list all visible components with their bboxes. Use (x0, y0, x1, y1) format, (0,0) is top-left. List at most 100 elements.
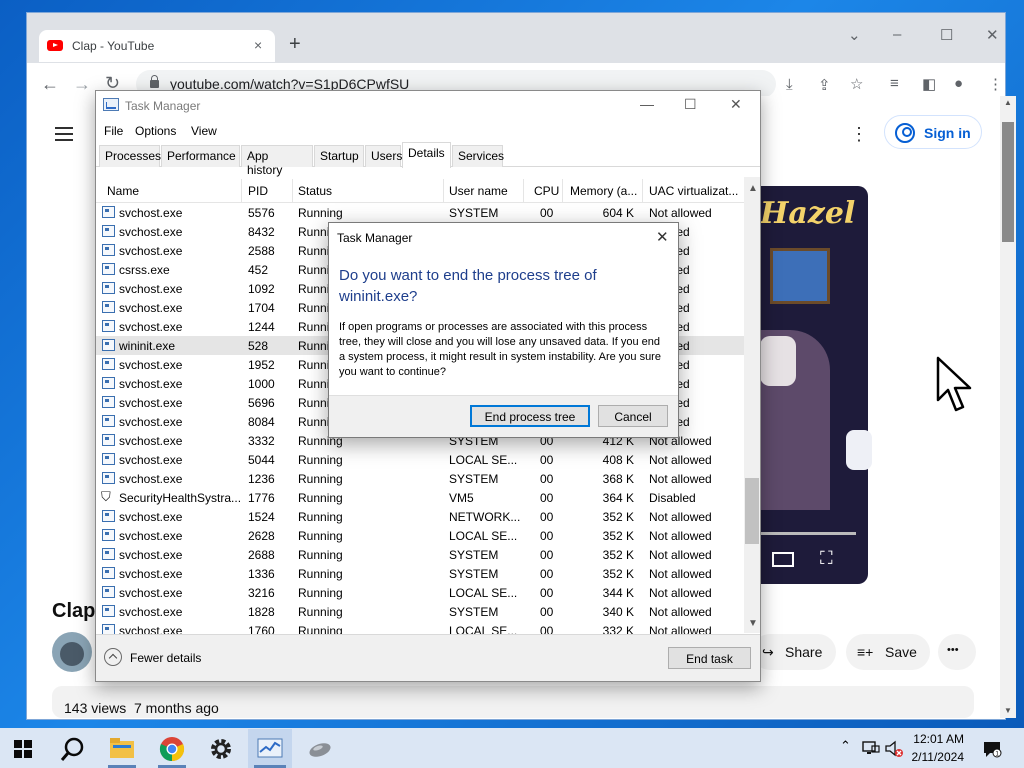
profile-icon[interactable]: ● (954, 75, 963, 92)
page-scroll-down-icon[interactable]: ▼ (1004, 706, 1012, 715)
forward-icon[interactable]: → (73, 74, 91, 95)
tm-scrollbar[interactable] (744, 177, 760, 633)
end-process-tree-button[interactable]: End process tree (470, 405, 590, 427)
fewer-details-link[interactable]: Fewer details (130, 651, 201, 665)
side-panel-icon[interactable]: ◧ (922, 75, 936, 93)
mouse-app-icon[interactable] (307, 736, 333, 760)
task-manager-taskbar-icon[interactable] (257, 736, 283, 760)
col-uac[interactable]: UAC virtualizat... (649, 184, 738, 198)
cell-uac: Not allowed (649, 529, 712, 543)
cell-user: SYSTEM (449, 605, 499, 619)
video-progress-bar[interactable] (760, 532, 856, 535)
col-divider[interactable] (443, 179, 444, 203)
bookmark-star-icon[interactable]: ☆ (850, 75, 863, 93)
close-icon[interactable]: ✕ (986, 26, 999, 44)
tm-minimize-icon[interactable]: — (640, 96, 654, 112)
cancel-button[interactable]: Cancel (598, 405, 668, 427)
col-name[interactable]: Name (107, 184, 139, 198)
col-status[interactable]: Status (298, 184, 332, 198)
more-options-icon[interactable]: ⋮ (850, 124, 868, 145)
sign-in-label: Sign in (924, 125, 971, 141)
table-row[interactable]: svchost.exe 2688 Running SYSTEM 00 352 K Not a… (96, 545, 744, 564)
page-scroll-thumb[interactable] (1002, 122, 1014, 242)
mouse-cursor-icon (936, 356, 976, 417)
lock-icon[interactable] (150, 75, 159, 88)
cell-name: svchost.exe (119, 206, 183, 220)
cell-pid: 5696 (248, 396, 275, 410)
reading-list-icon[interactable]: ≡ (890, 75, 899, 92)
taskbar-time[interactable]: 12:01 AM (884, 732, 964, 746)
col-divider[interactable] (523, 179, 524, 203)
table-row[interactable]: svchost.exe 3216 Running LOCAL SE... 00 344 K… (96, 583, 744, 602)
dialog-heading: Do you want to end the process tree of w… (339, 267, 597, 305)
col-divider[interactable] (562, 179, 563, 203)
col-divider[interactable] (241, 179, 242, 203)
tm-close-icon[interactable]: ✕ (730, 96, 742, 113)
cell-name: svchost.exe (119, 358, 183, 372)
chrome-menu-icon[interactable]: ⋮ (988, 75, 1003, 93)
tab-performance[interactable]: Performance (161, 145, 240, 167)
cell-pid: 452 (248, 263, 269, 277)
menu-options[interactable]: Options (135, 124, 176, 138)
col-pid[interactable]: PID (248, 184, 268, 198)
network-icon[interactable] (862, 740, 880, 759)
settings-gear-icon[interactable] (208, 736, 234, 760)
table-row[interactable]: svchost.exe 1336 Running SYSTEM 00 352 K Not a… (96, 564, 744, 583)
start-icon[interactable] (14, 740, 32, 758)
table-row[interactable]: svchost.exe 2628 Running LOCAL SE... 00 352 K… (96, 526, 744, 545)
task-manager-icon (103, 98, 119, 111)
maximize-icon[interactable]: ☐ (940, 26, 953, 44)
dialog-body: If open programs or processes are associ… (339, 321, 661, 378)
cell-name: svchost.exe (119, 301, 183, 315)
cell-cpu: 00 (540, 605, 554, 619)
col-divider[interactable] (292, 179, 293, 203)
menu-view[interactable]: View (191, 124, 217, 138)
file-explorer-icon[interactable] (109, 736, 135, 760)
dialog-close-icon[interactable]: ✕ (656, 228, 669, 246)
tab-details[interactable]: Details (402, 142, 451, 168)
new-tab-icon[interactable]: + (289, 33, 301, 56)
cell-name: SecurityHealthSystra... (119, 491, 242, 505)
col-divider[interactable] (642, 179, 643, 203)
tm-scroll-thumb[interactable] (745, 478, 759, 544)
theater-mode-icon[interactable] (772, 552, 794, 567)
fullscreen-icon[interactable]: ⛶ (820, 548, 833, 569)
table-row[interactable]: svchost.exe 5044 Running LOCAL SE... 00 408 K… (96, 450, 744, 469)
notifications-icon[interactable]: 1 (982, 740, 1002, 761)
cell-uac: Not allowed (649, 510, 712, 524)
tab-startup[interactable]: Startup (314, 145, 364, 167)
tab-users[interactable]: Users (365, 145, 402, 167)
tab-app-history[interactable]: App history (241, 145, 313, 177)
table-row[interactable]: svchost.exe 5576 Running SYSTEM 00 604 K Not a… (96, 203, 744, 222)
tab-services[interactable]: Services (452, 145, 504, 167)
share-page-icon[interactable]: ⇪ (818, 76, 831, 94)
table-row[interactable]: ⛉ SecurityHealthSystra... 1776 Running VM5 00… (96, 488, 744, 507)
end-task-button[interactable]: End task (668, 647, 751, 669)
tab-processes[interactable]: Processes (99, 145, 161, 167)
chrome-icon[interactable] (159, 736, 185, 762)
tray-chevron-up-icon[interactable]: ⌃ (840, 738, 851, 754)
taskbar-date[interactable]: 2/11/2024 (884, 750, 965, 764)
tab-search-icon[interactable]: ⌄ (848, 26, 861, 44)
col-memory[interactable]: Memory (a... (570, 184, 637, 198)
cell-name: svchost.exe (119, 415, 183, 429)
search-icon[interactable] (60, 736, 86, 765)
chevron-up-icon[interactable] (104, 648, 122, 666)
channel-avatar[interactable] (52, 632, 92, 672)
tm-scroll-up-icon[interactable]: ▲ (748, 183, 758, 194)
col-cpu[interactable]: CPU (534, 184, 559, 198)
page-scroll-up-icon[interactable]: ▲ (1004, 98, 1012, 107)
cell-status: Running (298, 491, 343, 505)
table-row[interactable]: svchost.exe 1524 Running NETWORK... 00 352 K N… (96, 507, 744, 526)
guide-menu-icon[interactable] (55, 127, 73, 141)
back-icon[interactable]: ← (41, 74, 59, 95)
table-row[interactable]: svchost.exe 1236 Running SYSTEM 00 368 K Not a… (96, 469, 744, 488)
menu-file[interactable]: File (104, 124, 123, 138)
col-username[interactable]: User name (449, 184, 508, 198)
install-icon[interactable]: ⤓ (786, 76, 793, 93)
tm-maximize-icon[interactable]: ☐ (684, 96, 697, 113)
table-row[interactable]: svchost.exe 1828 Running SYSTEM 00 340 K Not a… (96, 602, 744, 621)
tm-scroll-down-icon[interactable]: ▼ (748, 618, 758, 629)
tab-close-icon[interactable]: × (254, 37, 262, 53)
minimize-icon[interactable]: – (893, 26, 901, 43)
